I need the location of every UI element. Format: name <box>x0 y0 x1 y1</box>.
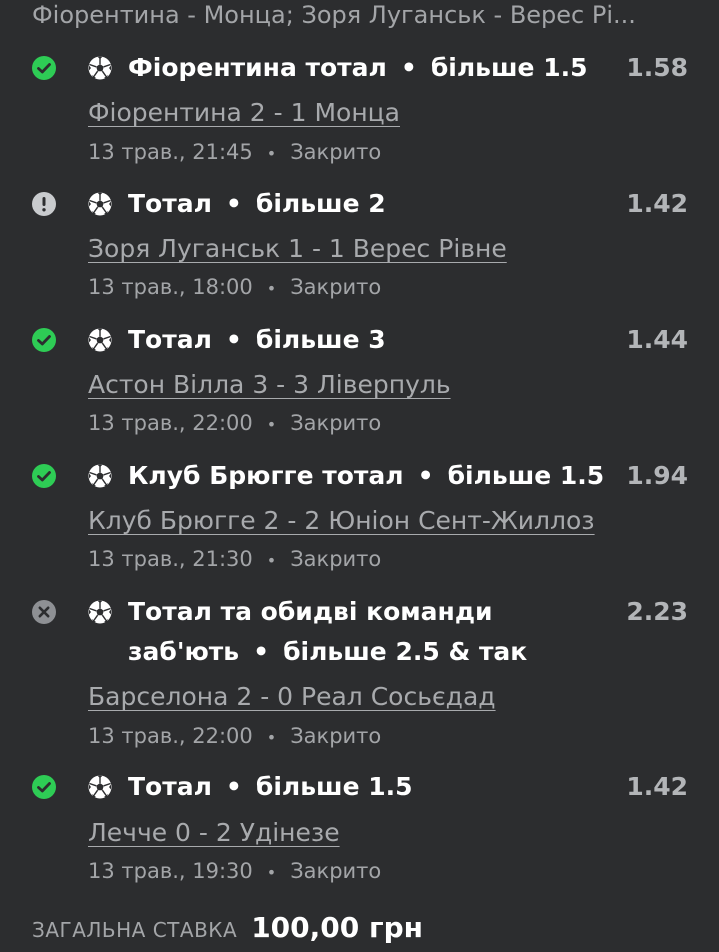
soccer-ball-icon <box>88 192 112 216</box>
bet-state: Закрито <box>290 724 382 748</box>
match-link[interactable]: Барселона 2 - 0 Реал Сосьєдад <box>88 681 496 713</box>
title-separator: • <box>225 325 242 354</box>
bet-market: Фіорентина тотал <box>128 53 387 82</box>
match-link[interactable]: Клуб Брюгге 2 - 2 Юніон Сент-Жиллоз <box>88 505 595 537</box>
bet-market: Тотал та обидві команди <box>128 597 493 626</box>
bet-date: 13 трав., 18:00 <box>88 275 253 299</box>
bet-meta: 13 трав., 21:30 • Закрито <box>88 545 381 575</box>
bet-date: 13 трав., 22:00 <box>88 411 253 435</box>
bet-selection: більше 1.5 <box>430 53 588 82</box>
bet-state: Закрито <box>290 411 382 435</box>
bet-odds: 1.42 <box>626 772 688 801</box>
bet-meta: 13 трав., 18:00 • Закрито <box>88 273 381 303</box>
check-circle-icon <box>32 56 56 80</box>
soccer-ball-icon <box>88 56 112 80</box>
bet-selection: більше 1.5 <box>447 461 605 490</box>
title-separator: • <box>253 637 270 666</box>
bet-date: 13 трав., 21:45 <box>88 140 253 164</box>
bet-date: 13 трав., 19:30 <box>88 859 253 883</box>
bet-selection: більше 2.5 & так <box>283 637 528 666</box>
match-link[interactable]: Фіорентина 2 - 1 Монца <box>88 97 400 129</box>
bet-title: Тотал та обидві команди заб'ють • більше 2… <box>128 592 608 672</box>
title-separator: • <box>225 772 242 801</box>
title-separator: • <box>417 461 434 490</box>
bet-meta: 13 трав., 21:45 • Закрито <box>88 138 381 168</box>
total-stake-label: ЗАГАЛЬНА СТАВКА <box>32 918 238 942</box>
soccer-ball-icon <box>88 600 112 624</box>
bet-state: Закрито <box>290 275 382 299</box>
match-link[interactable]: Зоря Луганськ 1 - 1 Верес Рівне <box>88 233 507 265</box>
bet-date: 13 трав., 21:30 <box>88 547 253 571</box>
bet-state: Закрито <box>290 140 382 164</box>
bet-meta: 13 трав., 22:00 • Закрито <box>88 409 381 439</box>
meta-separator: • <box>266 415 277 434</box>
match-link[interactable]: Лечче 0 - 2 Удінезе <box>88 817 340 849</box>
meta-separator: • <box>266 728 277 747</box>
exclamation-circle-icon <box>32 192 56 216</box>
bet-state: Закрито <box>290 859 382 883</box>
soccer-ball-icon <box>88 464 112 488</box>
bet-odds: 1.94 <box>626 461 688 490</box>
title-separator: • <box>400 53 417 82</box>
bet-market-continued: заб'ють <box>128 637 240 666</box>
bet-title: Тотал • більше 3 <box>128 320 608 360</box>
check-circle-icon <box>32 464 56 488</box>
bet-odds: 1.42 <box>626 189 688 218</box>
bet-title: Тотал • більше 2 <box>128 184 608 224</box>
bet-selection: більше 3 <box>255 325 386 354</box>
bet-odds: 1.58 <box>626 53 688 82</box>
bet-market: Тотал <box>128 772 212 801</box>
check-circle-icon <box>32 775 56 799</box>
x-circle-icon <box>32 600 56 624</box>
meta-separator: • <box>266 863 277 882</box>
bet-slip-header: Фіорентина - Монца; Зоря Луганськ - Вере… <box>32 1 636 29</box>
bet-title: Клуб Брюгге тотал • більше 1.5 <box>128 456 618 496</box>
bet-selection: більше 1.5 <box>255 772 413 801</box>
bet-meta: 13 трав., 19:30 • Закрито <box>88 857 381 887</box>
check-circle-icon <box>32 328 56 352</box>
bet-market: Тотал <box>128 189 212 218</box>
bet-meta: 13 трав., 22:00 • Закрито <box>88 722 381 752</box>
bet-odds: 2.23 <box>626 597 688 626</box>
soccer-ball-icon <box>88 328 112 352</box>
bet-market: Клуб Брюгге тотал <box>128 461 404 490</box>
meta-separator: • <box>266 551 277 570</box>
total-stake: ЗАГАЛЬНА СТАВКА 100,00 грн <box>32 908 423 948</box>
total-stake-value: 100,00 грн <box>251 911 424 944</box>
bet-market: Тотал <box>128 325 212 354</box>
match-link[interactable]: Астон Вілла 3 - 3 Ліверпуль <box>88 369 451 401</box>
bet-date: 13 трав., 22:00 <box>88 724 253 748</box>
bet-title: Тотал • більше 1.5 <box>128 767 608 807</box>
soccer-ball-icon <box>88 775 112 799</box>
bet-odds: 1.44 <box>626 325 688 354</box>
meta-separator: • <box>266 279 277 298</box>
bet-state: Закрито <box>290 547 382 571</box>
title-separator: • <box>225 189 242 218</box>
meta-separator: • <box>266 144 277 163</box>
bet-title: Фіорентина тотал • більше 1.5 <box>128 48 608 88</box>
bet-selection: більше 2 <box>255 189 386 218</box>
